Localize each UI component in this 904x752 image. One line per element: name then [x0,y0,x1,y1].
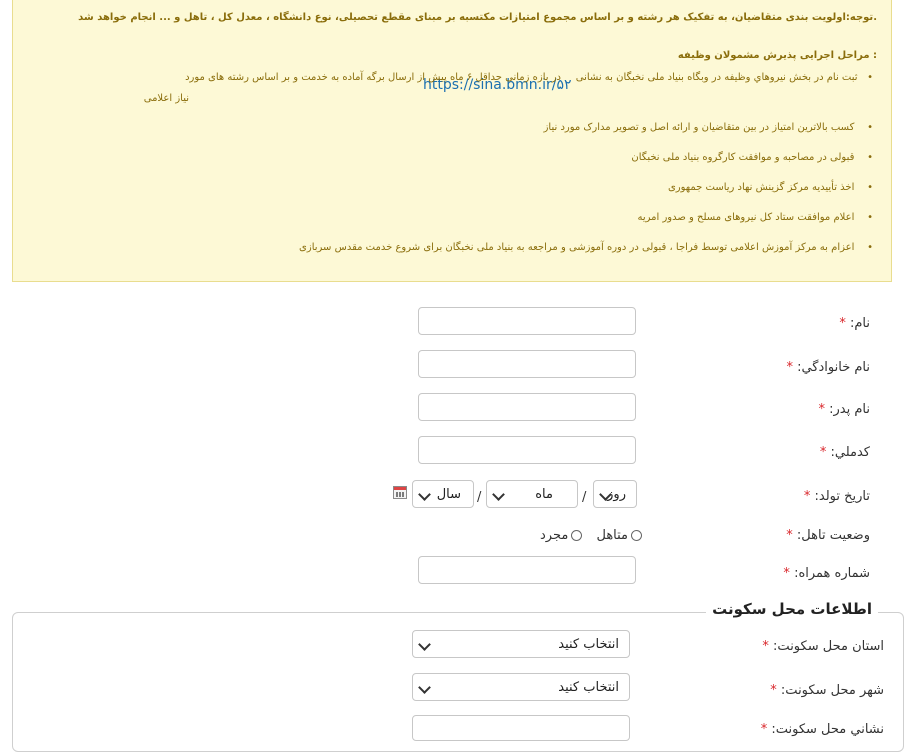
bullet: • [867,212,873,223]
radio-circle[interactable] [571,530,583,541]
bullet: • [867,152,873,163]
required-mark: * [783,566,790,581]
step-4-text: اخذ تأییدیه مرکز گزینش نهاد ریاست جمهوری [667,182,855,193]
radio-label: متاهل [596,528,629,543]
last-name-input[interactable] [418,350,636,378]
address-label: نشاني محل سکونت: * [761,722,884,737]
radio-label: مجرد [540,528,569,543]
step-item-3: • قبولی در مصاحبه و موافقت کارگروه بنیاد… [631,152,873,163]
step-5-text: اعلام موافقت ستاد کل نیروهای مسلح و صدور… [637,212,855,223]
father-name-input[interactable] [418,393,636,421]
select-value: انتخاب کنید [558,680,619,695]
required-mark: * [770,683,777,698]
city-select[interactable]: انتخاب کنید [412,673,630,701]
required-mark: * [762,639,769,654]
chevron-down-icon [418,488,431,501]
marital-status-label: وضعيت تاهل: * [786,528,870,543]
step-1-text-rest: در بازه زمانی حداقل ۶ ماه پیش از ارسال ب… [185,72,561,83]
city-label: شهر محل سکونت: * [770,683,884,698]
select-value: انتخاب کنید [558,637,619,652]
father-name-label: نام پدر: * [818,402,870,417]
marital-radio-group: متاهل مجرد [530,528,643,543]
label-text: نام پدر: [829,402,870,417]
select-value: ماه [535,487,553,502]
label-text: شهر محل سکونت: [780,683,884,698]
label-text: نشاني محل سکونت: [771,722,884,737]
radio-circle[interactable] [631,530,643,541]
step-item-6: • اعزام به مرکز آموزش اعلامی توسط فراجا … [299,242,873,253]
label-text: تاريخ تولد: [814,489,871,504]
mobile-input[interactable] [418,556,636,584]
step-2-text: کسب بالاترین امتیاز در بین متقاضیان و ار… [543,122,855,133]
step-item-4: • اخذ تأییدیه مرکز گزینش نهاد ریاست جمهو… [668,182,873,193]
step-item-1: • ثبت نام در بخش نیروهاي وظیفه در وبگاه … [569,72,873,83]
last-name-label: نام خانوادگي: * [786,360,870,375]
first-name-input[interactable] [418,307,636,335]
required-mark: * [819,445,827,460]
national-code-label: كدملي: * [820,445,870,460]
mobile-label: شماره همراه: * [783,566,870,581]
label-text: نام خانوادگي: [797,360,870,375]
chevron-down-icon [418,638,431,651]
required-mark: * [786,360,793,375]
birth-date-label: تاريخ تولد: * [804,489,870,504]
bullet: • [867,242,873,253]
step-6-text: اعزام به مرکز آموزش اعلامی توسط فراجا ، … [299,242,855,253]
label-text: وضعيت تاهل: [796,528,870,543]
step-item-5: • اعلام موافقت ستاد کل نیروهای مسلح و صد… [637,212,873,223]
step-3-text: قبولی در مصاحبه و موافقت کارگروه بنیاد م… [631,152,855,163]
label-text: استان محل سکونت: [773,639,884,654]
chevron-down-icon [492,488,505,501]
date-separator: / [582,490,587,505]
priority-note: توجه:اولویت بندی متقاضیان، به تفکیک هر ر… [78,12,877,23]
required-mark: * [839,316,846,331]
bullet: • [867,72,873,83]
date-separator: / [477,490,482,505]
province-select[interactable]: انتخاب کنید [412,630,630,658]
required-mark: * [818,402,825,417]
required-mark: * [786,528,793,543]
residence-legend: اطلاعات محل سکونت [706,600,878,618]
birth-year-select[interactable]: سال [412,480,474,508]
required-mark: * [803,489,811,504]
calendar-icon[interactable] [393,486,407,499]
label-text: نام: [849,316,870,331]
province-label: استان محل سکونت: * [762,639,884,654]
address-input[interactable] [412,715,630,741]
birth-month-select[interactable]: ماه [486,480,578,508]
step-1-text-end: نیاز اعلامی [143,93,189,104]
birth-day-select[interactable]: روز [593,480,637,508]
step-1-text: ثبت نام در بخش نیروهاي وظیفه در وبگاه بن… [575,72,858,83]
chevron-down-icon [418,681,431,694]
step-item-2: • کسب بالاترین امتیاز در بین متقاضیان و … [544,122,873,133]
steps-heading: مراحل اجرایی پذیرش مشمولان وظیفه : [677,50,877,61]
radio-single[interactable]: مجرد [540,528,583,543]
label-text: كدملي: [830,445,871,460]
radio-married[interactable]: متاهل [592,528,643,543]
label-text: شماره همراه: [794,566,870,581]
national-code-input[interactable] [418,436,636,464]
required-mark: * [760,722,768,737]
bullet: • [867,122,873,133]
first-name-label: نام: * [839,316,870,331]
select-value: سال [436,487,461,502]
bullet: • [867,182,873,193]
notice-panel: توجه:اولویت بندی متقاضیان، به تفکیک هر ر… [12,0,892,282]
